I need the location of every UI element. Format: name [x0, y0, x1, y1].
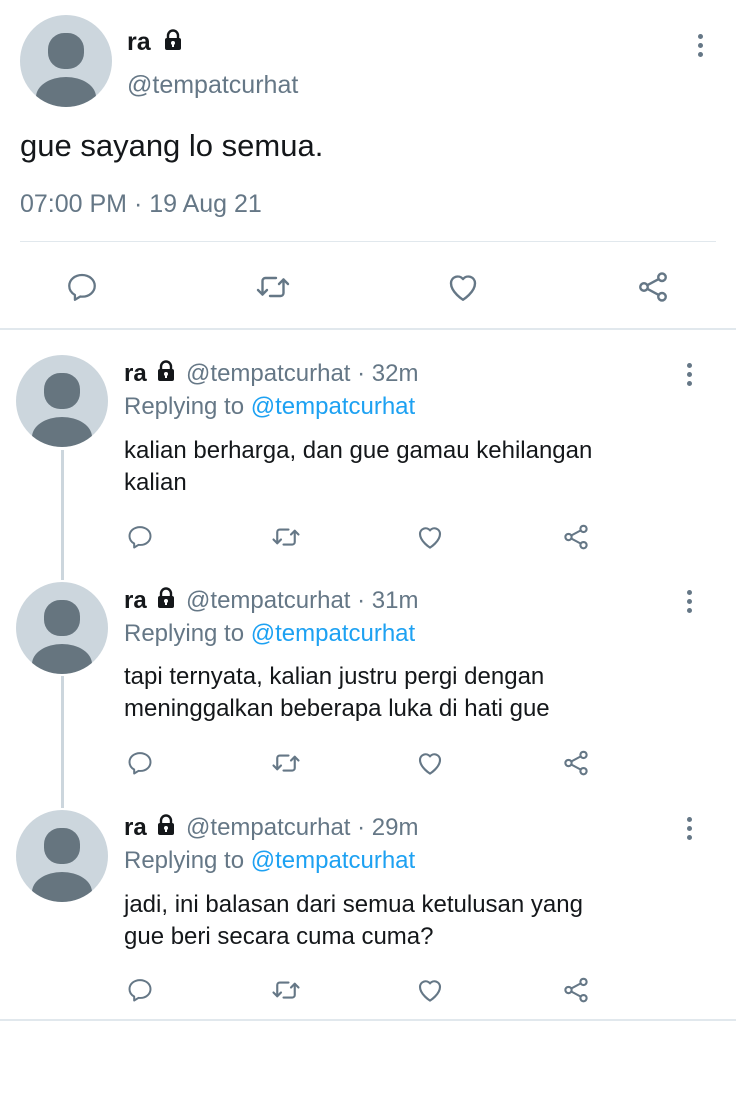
handle[interactable]: @tempatcurhat	[186, 360, 350, 387]
bottom-divider	[0, 1019, 736, 1021]
share-icon[interactable]	[560, 747, 592, 779]
replying-to-label: Replying to	[124, 620, 245, 647]
divider	[20, 241, 716, 242]
reply-text: kalian berharga, dan gue gamau kehilanga…	[124, 435, 592, 499]
share-icon[interactable]	[560, 974, 592, 1006]
reply-icon[interactable]	[62, 267, 102, 307]
like-icon[interactable]	[414, 747, 446, 779]
like-icon[interactable]	[414, 974, 446, 1006]
handle[interactable]: @tempatcurhat	[186, 814, 350, 841]
reply-text-line: tapi ternyata, kalian justru pergi denga…	[124, 663, 545, 690]
reply-icon[interactable]	[124, 974, 156, 1006]
reply-time: · 29m	[357, 814, 419, 841]
tweet-timestamp: 07:00 PM · 19 Aug 21	[20, 190, 262, 218]
avatar[interactable]	[16, 810, 108, 902]
reply-icon[interactable]	[124, 747, 156, 779]
more-options-icon[interactable]	[679, 586, 699, 616]
display-name[interactable]: ra	[124, 360, 147, 387]
reply-text-line: jadi, ini balasan dari semua ketulusan y…	[124, 891, 583, 918]
retweet-icon[interactable]	[253, 267, 293, 307]
replying-to-link[interactable]: @tempatcurhat	[251, 847, 415, 874]
share-icon[interactable]	[633, 267, 673, 307]
more-options-icon[interactable]	[679, 813, 699, 843]
lock-icon	[155, 360, 177, 390]
retweet-icon[interactable]	[270, 974, 302, 1006]
handle[interactable]: @tempatcurhat	[186, 587, 350, 614]
lock-icon	[155, 814, 177, 844]
replying-to-link[interactable]: @tempatcurhat	[251, 620, 415, 647]
reply-text: jadi, ini balasan dari semua ketulusan y…	[124, 889, 583, 953]
retweet-icon[interactable]	[270, 747, 302, 779]
reply-time: · 32m	[357, 360, 419, 387]
reply-icon[interactable]	[124, 521, 156, 553]
replying-to-label: Replying to	[124, 393, 245, 420]
reply-text-line: meninggalkan beberapa luka di hati gue	[124, 695, 550, 722]
more-options-icon[interactable]	[679, 359, 699, 389]
thread-line	[61, 676, 64, 808]
handle[interactable]: @tempatcurhat	[127, 70, 298, 100]
reply-text-line: kalian	[124, 469, 187, 496]
reply-text: tapi ternyata, kalian justru pergi denga…	[124, 661, 550, 725]
avatar[interactable]	[16, 582, 108, 674]
display-name[interactable]: ra	[127, 28, 151, 56]
display-name[interactable]: ra	[124, 587, 147, 614]
tweet-text: gue sayang lo semua.	[20, 128, 324, 163]
like-icon[interactable]	[443, 267, 483, 307]
reply-text-line: gue beri secara cuma cuma?	[124, 923, 434, 950]
replying-to-label: Replying to	[124, 847, 245, 874]
thread-line	[61, 450, 64, 580]
share-icon[interactable]	[560, 521, 592, 553]
avatar[interactable]	[16, 355, 108, 447]
section-divider	[0, 328, 736, 330]
reply-text-line: kalian berharga, dan gue gamau kehilanga…	[124, 437, 593, 464]
reply-time: · 31m	[357, 587, 419, 614]
avatar[interactable]	[20, 15, 112, 107]
more-options-icon[interactable]	[690, 30, 710, 60]
replying-to-link[interactable]: @tempatcurhat	[251, 393, 415, 420]
lock-icon	[155, 587, 177, 617]
display-name[interactable]: ra	[124, 814, 147, 841]
retweet-icon[interactable]	[270, 521, 302, 553]
like-icon[interactable]	[414, 521, 446, 553]
lock-icon	[162, 29, 184, 57]
